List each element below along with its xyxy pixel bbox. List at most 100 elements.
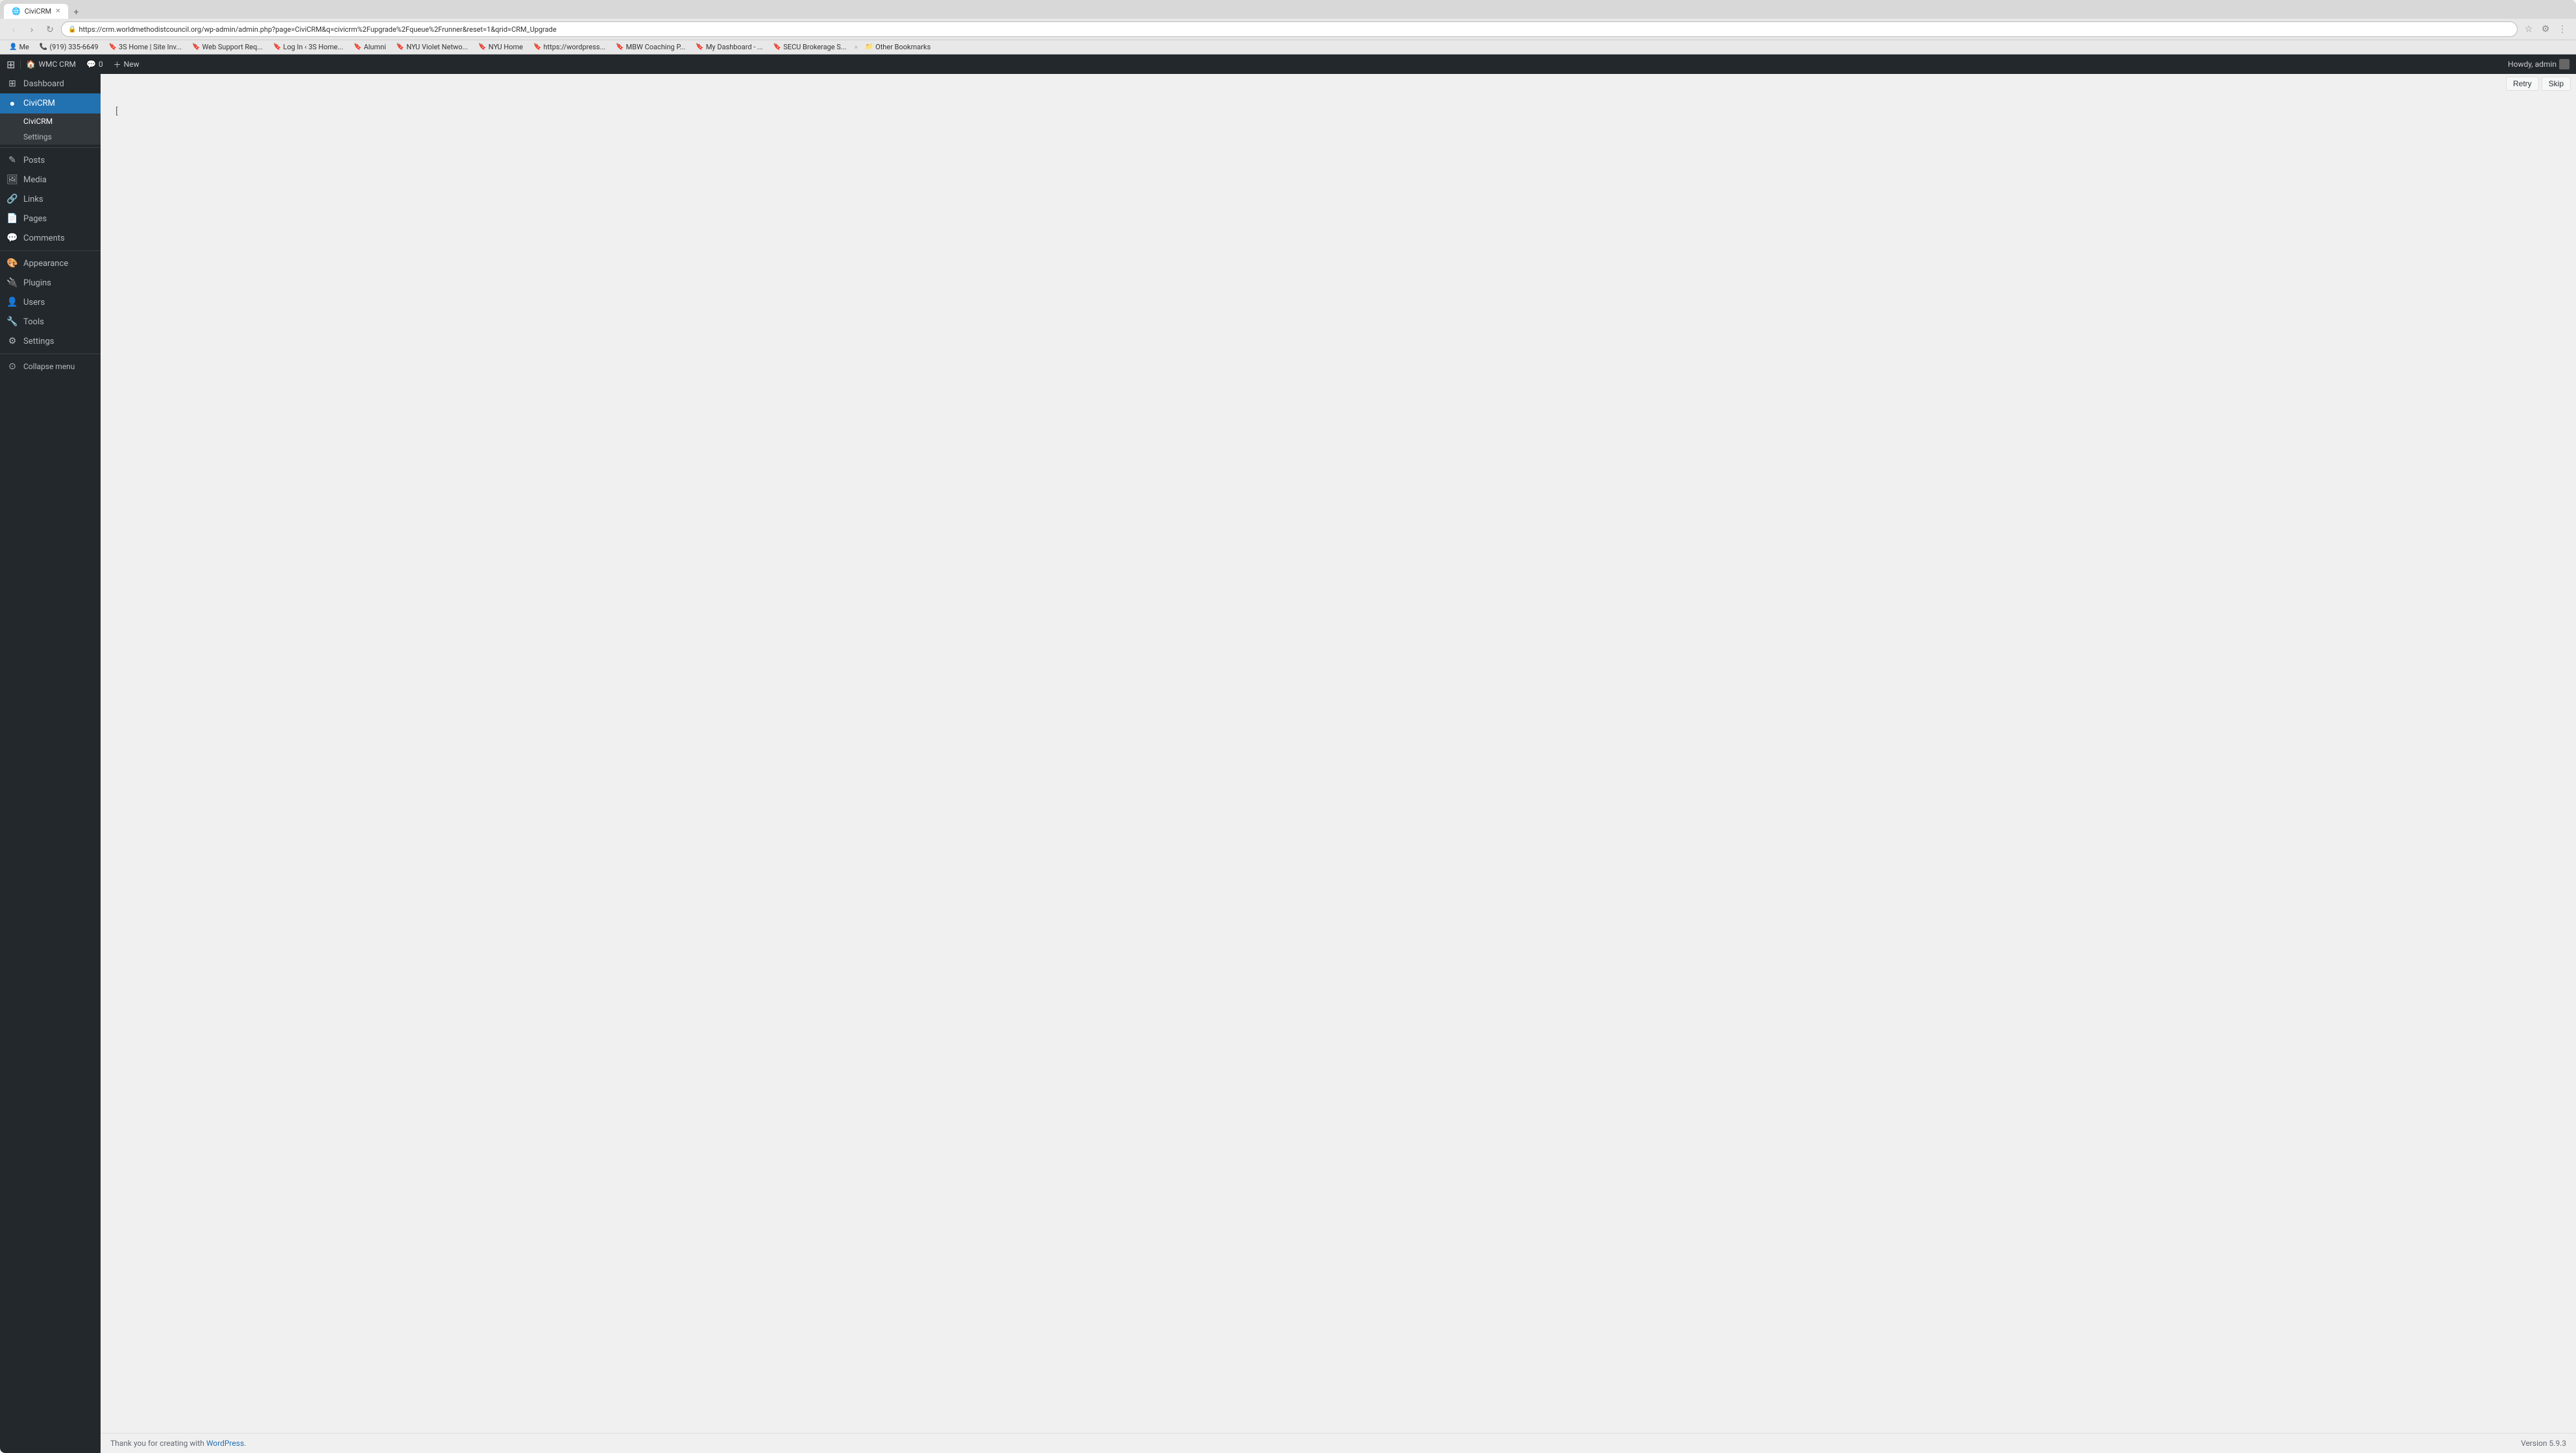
collapse-icon: ⊙ xyxy=(6,361,18,372)
tabs-bar: 🌐 CiviCRM ✕ + xyxy=(0,0,2576,19)
bookmark-websupp-icon: 🔖 xyxy=(192,43,200,51)
bookmark-me-icon: 👤 xyxy=(9,43,17,51)
bookmark-nyu-violet-label: NYU Violet Netwo... xyxy=(406,43,468,51)
wp-logo[interactable]: ⊞ xyxy=(6,58,15,71)
skip-button[interactable]: Skip xyxy=(2542,77,2571,91)
sidebar-item-tools[interactable]: 🔧 Tools xyxy=(0,312,101,331)
wp-site-label: WMC CRM xyxy=(38,60,76,69)
bookmark-icon[interactable]: ☆ xyxy=(2521,22,2536,36)
wp-plus-icon: ＋ xyxy=(114,59,121,70)
bookmark-secu[interactable]: 🔖 SECU Brokerage S... xyxy=(771,42,849,53)
civicrm-icon: ● xyxy=(6,98,18,109)
sidebar-item-comments[interactable]: 💬 Comments xyxy=(0,228,101,248)
sidebar-item-pages[interactable]: 📄 Pages xyxy=(0,209,101,228)
sidebar-item-media[interactable]: 🖼 Media xyxy=(0,170,101,189)
extensions-icon[interactable]: ⚙ xyxy=(2538,22,2553,36)
sidebar-item-civicrm[interactable]: ● CiviCRM xyxy=(0,93,101,114)
wp-comments-count: 0 xyxy=(99,60,103,69)
wp-howdy-text: Howdy, admin xyxy=(2508,60,2557,69)
dashboard-icon: ⊞ xyxy=(6,78,18,89)
bookmark-phone[interactable]: 📞 (919) 335-6649 xyxy=(37,42,101,53)
sidebar-plugins-label: Plugins xyxy=(23,278,51,288)
footer-period: . xyxy=(244,1439,246,1448)
retry-button[interactable]: Retry xyxy=(2506,77,2539,91)
sidebar-menu: ⊞ Dashboard ● CiviCRM CiviCRM Settings ✎ xyxy=(0,74,101,1453)
wp-new-item[interactable]: ＋ New xyxy=(108,59,145,70)
comments-icon: 💬 xyxy=(6,233,18,243)
appearance-icon: 🎨 xyxy=(6,258,18,269)
bookmark-secu-icon: 🔖 xyxy=(773,43,781,51)
bookmark-me-label: Me xyxy=(19,43,29,51)
sidebar-comments-label: Comments xyxy=(23,234,65,243)
sidebar-item-settings[interactable]: ⚙ Settings xyxy=(0,331,101,351)
sidebar-users-label: Users xyxy=(23,298,45,307)
bookmark-wordpress[interactable]: 🔖 https://wordpress... xyxy=(531,42,608,53)
footer-wordpress-link[interactable]: WordPress xyxy=(206,1439,244,1448)
bookmark-websupp[interactable]: 🔖 Web Support Req... xyxy=(189,42,265,53)
bookmark-secu-label: SECU Brokerage S... xyxy=(783,43,846,51)
sidebar-collapse-label: Collapse menu xyxy=(23,362,75,371)
sidebar-posts-label: Posts xyxy=(23,156,45,165)
bookmark-phone-icon: 📞 xyxy=(40,43,47,51)
sidebar-links-label: Links xyxy=(23,195,43,204)
bookmark-dashboard[interactable]: 🔖 My Dashboard - ... xyxy=(693,42,765,53)
wp-comments-item[interactable]: 💬 0 xyxy=(81,60,108,69)
plugins-icon: 🔌 xyxy=(6,278,18,288)
links-icon: 🔗 xyxy=(6,194,18,204)
sidebar-submenu-civicrm[interactable]: CiviCRM xyxy=(0,114,101,129)
tools-icon: 🔧 xyxy=(6,317,18,327)
bookmarks-bar: 👤 Me 📞 (919) 335-6649 🔖 3S Home | Site I… xyxy=(0,40,2576,54)
bookmark-login-icon: 🔖 xyxy=(273,43,281,51)
bookmark-dashboard-label: My Dashboard - ... xyxy=(706,43,763,51)
active-tab[interactable]: 🌐 CiviCRM ✕ xyxy=(4,4,68,19)
bookmark-nyu-violet-icon: 🔖 xyxy=(396,43,404,51)
forward-button[interactable]: › xyxy=(25,22,39,36)
civicrm-submenu: CiviCRM Settings xyxy=(0,114,101,145)
footer-thank-you-text: Thank you for creating with xyxy=(110,1439,206,1448)
tab-title: CiviCRM xyxy=(25,7,51,16)
sidebar-item-posts[interactable]: ✎ Posts xyxy=(0,150,101,170)
posts-icon: ✎ xyxy=(6,155,18,165)
users-icon: 👤 xyxy=(6,297,18,307)
sidebar-item-dashboard[interactable]: ⊞ Dashboard xyxy=(0,74,101,93)
bookmark-nyu-home-label: NYU Home xyxy=(489,43,523,51)
sidebar-item-appearance[interactable]: 🎨 Appearance xyxy=(0,254,101,273)
bookmark-me[interactable]: 👤 Me xyxy=(6,42,32,53)
sidebar-item-links[interactable]: 🔗 Links xyxy=(0,189,101,209)
wp-avatar[interactable] xyxy=(2559,59,2570,69)
sidebar-submenu-settings[interactable]: Settings xyxy=(0,129,101,145)
sidebar-collapse-button[interactable]: ⊙ Collapse menu xyxy=(0,357,101,376)
sidebar-civicrm-label: CiviCRM xyxy=(23,99,55,108)
new-tab-button[interactable]: + xyxy=(69,6,82,19)
bookmark-nyu-home[interactable]: 🔖 NYU Home xyxy=(476,42,526,53)
media-icon: 🖼 xyxy=(6,174,18,185)
sidebar-separator-2 xyxy=(0,250,101,251)
wp-site-name[interactable]: 🏠 WMC CRM xyxy=(20,60,81,69)
bookmark-websupp-label: Web Support Req... xyxy=(202,43,263,51)
bookmark-mbw[interactable]: 🔖 MBW Coaching P... xyxy=(613,42,688,53)
sidebar-appearance-label: Appearance xyxy=(23,259,68,269)
bookmark-login[interactable]: 🔖 Log In ‹ 3S Home... xyxy=(271,42,346,53)
back-button[interactable]: ‹ xyxy=(6,22,21,36)
navigation-bar: ‹ › ↻ 🔒 https://crm.worldmethodistcounci… xyxy=(0,19,2576,40)
bookmark-other-label: Other Bookmarks xyxy=(875,43,930,51)
tab-close-button[interactable]: ✕ xyxy=(55,8,60,15)
loading-indicator: [ xyxy=(110,101,2566,122)
bookmark-wordpress-icon: 🔖 xyxy=(533,43,541,51)
address-bar[interactable]: 🔒 https://crm.worldmethodistcouncil.org/… xyxy=(61,21,2518,37)
sidebar-item-plugins[interactable]: 🔌 Plugins xyxy=(0,273,101,293)
tab-favicon: 🌐 xyxy=(12,7,21,16)
refresh-button[interactable]: ↻ xyxy=(43,22,57,36)
sidebar-settings-label: Settings xyxy=(23,337,54,346)
sidebar-item-users[interactable]: 👤 Users xyxy=(0,293,101,312)
bookmark-nyu-violet[interactable]: 🔖 NYU Violet Netwo... xyxy=(394,42,470,53)
bookmarks-separator: » xyxy=(855,43,858,51)
wp-content-area: [ xyxy=(101,93,2576,1433)
bookmark-3s[interactable]: 🔖 3S Home | Site Inv... xyxy=(106,42,185,53)
bookmark-other[interactable]: 📁 Other Bookmarks xyxy=(863,42,934,53)
bookmark-alumni[interactable]: 🔖 Alumni xyxy=(351,42,389,53)
menu-icon[interactable]: ⋮ xyxy=(2555,22,2570,36)
wp-main-content: Retry Skip [ Thank you for creating with… xyxy=(101,74,2576,1453)
footer-left: Thank you for creating with WordPress. xyxy=(110,1439,246,1448)
nav-icons-right: ☆ ⚙ ⋮ xyxy=(2521,22,2570,36)
